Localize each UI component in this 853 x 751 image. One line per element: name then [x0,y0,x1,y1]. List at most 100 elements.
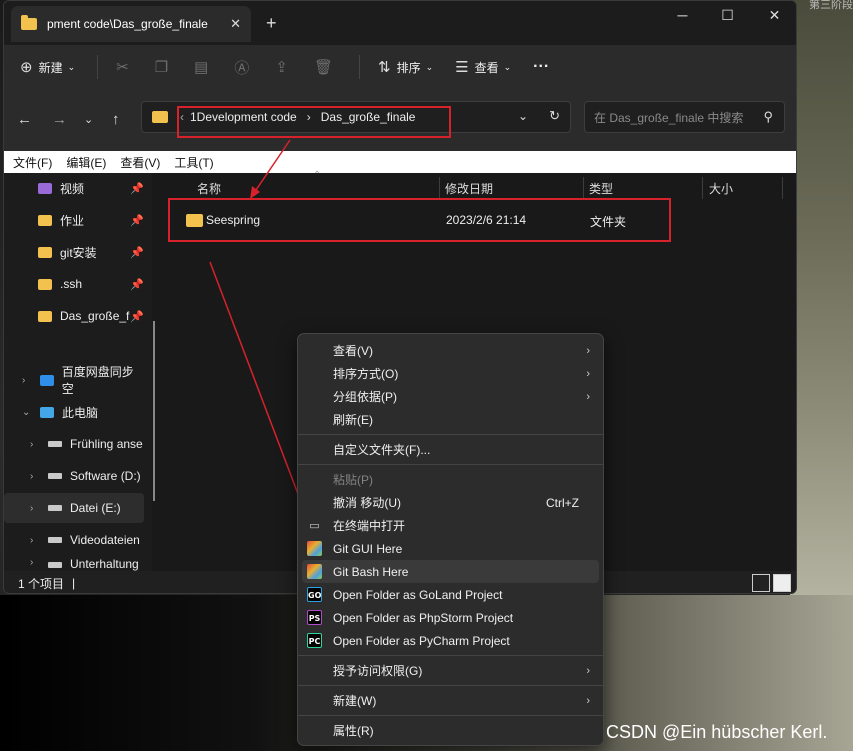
close-button[interactable]: ✕ [752,7,796,24]
new-button[interactable]: ⊕ 新建 ⌄ [20,58,75,76]
chevron-right-icon[interactable]: › [30,471,33,482]
menu-item-git-bash[interactable]: Git Bash Here [302,560,599,583]
chevron-right-icon[interactable]: › [22,375,25,386]
menu-item-label: 自定义文件夹(F)... [333,443,431,457]
column-divider[interactable] [702,177,703,199]
search-input[interactable]: 在 Das_große_finale 中搜索 ⚲ [584,101,785,133]
menu-item-refresh[interactable]: 刷新(E) [298,408,603,431]
menu-item-label: 在终端中打开 [333,519,406,533]
refresh-icon[interactable]: ↻ [549,108,560,124]
menu-item-new[interactable]: 新建(W) › [298,689,603,712]
recent-chevron-icon[interactable]: ⌄ [84,113,93,126]
share-icon[interactable]: ⇪ [275,58,288,76]
folder-icon [38,246,52,258]
chevron-right-icon[interactable]: › [30,557,33,568]
view-button[interactable]: ☰ 查看 ⌄ [455,58,511,76]
chevron-down-icon: ⌄ [67,61,76,72]
menu-divider [298,434,603,435]
drive-icon [48,473,62,479]
more-options-button[interactable]: ··· [533,58,549,76]
column-size[interactable]: 大小 [709,180,733,197]
chevron-down-icon[interactable]: ⌄ [22,407,30,418]
sidebar-item-baidu-netdisk[interactable]: › 百度网盘同步空 [4,365,144,396]
sidebar-item-drive-d[interactable]: › Software (D:) [4,461,144,491]
sidebar-item-ssh[interactable]: .ssh 📌 [4,269,144,299]
tab-title: pment code\Das_große_finale [47,17,208,31]
title-bar: pment code\Das_große_finale ✕ + ─ ☐ ✕ [4,1,796,45]
paste-icon[interactable]: ▤ [194,58,208,76]
back-arrow-icon[interactable]: ← [17,111,32,128]
copy-icon[interactable]: ❐ [155,58,168,76]
sidebar-item-label: Unterhaltung [70,557,139,571]
sidebar-item-label: .ssh [60,277,83,291]
menu-item-paste[interactable]: 粘贴(P) [298,468,603,491]
chevron-right-icon[interactable]: › [30,503,33,514]
sidebar-item-git-install[interactable]: git安装 📌 [4,237,144,267]
sidebar-item-label: Software (D:) [70,469,141,483]
menu-item-properties[interactable]: 属性(R) [298,719,603,742]
column-divider[interactable] [439,177,440,199]
toolbar-divider [97,55,99,79]
explorer-tab[interactable]: pment code\Das_große_finale ✕ [11,6,251,42]
cloud-icon [40,374,54,386]
tab-close-icon[interactable]: ✕ [230,16,241,32]
menu-item-goland[interactable]: GO Open Folder as GoLand Project [298,583,603,606]
menu-item-open-in-terminal[interactable]: ▭ 在终端中打开 [298,514,603,537]
address-dropdown-icon[interactable]: ⌄ [518,109,528,123]
menu-item-give-access[interactable]: 授予访问权限(G) › [298,659,603,682]
menu-item-label: Open Folder as PhpStorm Project [333,610,514,625]
menu-item-customize-folder[interactable]: 自定义文件夹(F)... [298,438,603,461]
chevron-right-icon[interactable]: › [30,535,33,546]
chevron-right-icon[interactable]: › [30,439,33,450]
sidebar-item-this-pc[interactable]: ⌄ 此电脑 [4,397,144,427]
menu-item-label: 新建(W) [333,694,377,708]
rename-icon[interactable]: Ⓐ [234,57,249,78]
drive-icon [48,505,62,511]
forward-arrow-icon[interactable]: → [52,111,67,128]
sort-up-icon: ⌃ [313,170,322,181]
new-tab-button[interactable]: + [266,13,277,34]
menu-divider [298,685,603,686]
menu-item-label: Open Folder as PyCharm Project [333,633,510,648]
sort-button-label: 排序 [396,60,421,75]
menu-item-sort-by[interactable]: 排序方式(O) › [298,362,603,385]
details-view-icon[interactable] [752,574,770,592]
tiles-view-icon[interactable] [773,574,791,592]
menu-item-group-by[interactable]: 分组依据(P) › [298,385,603,408]
sidebar-item-drive-g[interactable]: › Unterhaltung [4,557,144,571]
menu-file[interactable]: 文件(F) [13,154,52,171]
sidebar-item-label: Das_große_f [60,309,130,323]
delete-icon[interactable]: 🗑 [314,58,333,76]
menu-item-undo-move[interactable]: 撤消 移动(U) Ctrl+Z [298,491,603,514]
up-arrow-icon[interactable]: ↑ [112,111,120,128]
sidebar-item-drive-c[interactable]: › Frühling anse [4,429,144,459]
sidebar-scrollbar[interactable] [153,321,155,501]
sidebar-item-drive-e[interactable]: › Datei (E:) [4,493,144,523]
column-divider[interactable] [782,177,783,199]
annotation-box-address [177,106,451,138]
sort-button[interactable]: ⇅ 排序 ⌄ [378,58,433,76]
column-modified[interactable]: 修改日期 [445,180,493,197]
sidebar-item-drive-f[interactable]: › Videodateien [4,525,144,555]
sidebar-item-homework[interactable]: 作业 📌 [4,205,144,235]
menu-item-git-gui[interactable]: Git GUI Here [298,537,603,560]
column-name[interactable]: 名称 [197,180,221,197]
menu-tools[interactable]: 工具(T) [174,154,213,171]
menu-edit[interactable]: 编辑(E) [66,154,106,171]
menu-view[interactable]: 查看(V) [120,154,160,171]
command-bar: ⊕ 新建 ⌄ ✂ ❐ ▤ Ⓐ ⇪ 🗑 ⇅ 排序 ⌄ ☰ 查看 ⌄ ··· [4,45,796,89]
sidebar-item-videos[interactable]: 视频 📌 [4,173,144,203]
menu-item-view[interactable]: 查看(V) › [298,339,603,362]
menu-item-phpstorm[interactable]: PS Open Folder as PhpStorm Project [298,606,603,629]
column-divider[interactable] [583,177,584,199]
menu-item-label: 排序方式(O) [333,367,399,381]
maximize-button[interactable]: ☐ [705,7,750,24]
column-type[interactable]: 类型 [589,180,613,197]
minimize-button[interactable]: ─ [660,7,705,23]
pycharm-icon: PC [307,633,322,648]
menu-item-pycharm[interactable]: PC Open Folder as PyCharm Project [298,629,603,652]
sidebar-item-das-grosse-finale[interactable]: Das_große_f 📌 [4,301,144,331]
drive-icon [48,441,62,447]
cut-icon[interactable]: ✂ [116,58,129,76]
menu-item-label: 分组依据(P) [333,390,397,404]
